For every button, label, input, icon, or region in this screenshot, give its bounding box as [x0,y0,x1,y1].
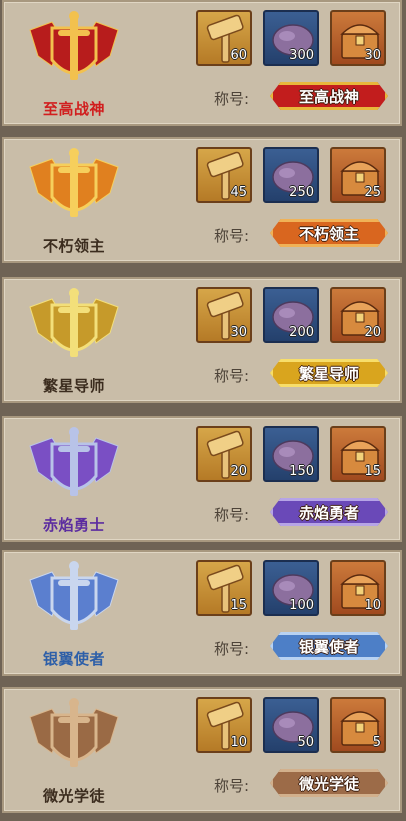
rank-name: 至高战神 [42,100,105,118]
chest-reward-slot[interactable]: 30 [330,10,386,66]
title-badge: 至高战神 [270,82,388,110]
rank-name: 繁星导师 [42,377,105,395]
title-badge: 不朽领主 [270,219,388,247]
ore-quantity: 250 [289,185,314,200]
ore-quantity: 150 [289,464,314,479]
rank-emblem-icon [29,148,119,217]
ore-reward-slot[interactable]: 300 [263,10,319,66]
chest-reward-slot[interactable]: 20 [330,287,386,343]
rank-row: 微光学徒 10 50 5 称号: 微光学徒 [2,687,402,813]
title-badge: 微光学徒 [270,769,388,797]
title-label: 称号: [214,367,250,385]
hammer-quantity: 30 [230,325,247,340]
title-label: 称号: [214,777,250,795]
hammer-reward-slot[interactable]: 45 [196,147,252,203]
chest-reward-slot[interactable]: 25 [330,147,386,203]
title-badge: 繁星导师 [270,359,388,387]
rank-emblem-icon [29,698,119,767]
rank-emblem-icon [29,561,119,630]
hammer-reward-slot[interactable]: 20 [196,426,252,482]
rank-name: 银翼使者 [42,650,105,668]
rank-emblem-icon [29,427,119,496]
chest-quantity: 30 [364,48,381,63]
ore-reward-slot[interactable]: 250 [263,147,319,203]
rank-name: 不朽领主 [42,237,105,255]
chest-quantity: 20 [364,325,381,340]
hammer-reward-slot[interactable]: 60 [196,10,252,66]
title-label: 称号: [214,506,250,524]
hammer-reward-slot[interactable]: 30 [196,287,252,343]
rank-row: 繁星导师 30 200 20 称号: 繁星导师 [2,277,402,403]
title-label: 称号: [214,227,250,245]
rank-row: 不朽领主 45 250 25 称号: 不朽领主 [2,137,402,263]
chest-quantity: 10 [364,598,381,613]
rank-name: 微光学徒 [42,787,105,805]
rank-emblem-icon [29,11,119,80]
chest-quantity: 25 [364,185,381,200]
rank-name: 赤焰勇士 [42,516,105,534]
hammer-quantity: 60 [230,48,247,63]
ore-quantity: 200 [289,325,314,340]
chest-quantity: 5 [372,735,381,750]
title-label: 称号: [214,640,250,658]
rank-row: 银翼使者 15 100 10 称号: 银翼使者 [2,550,402,676]
ore-reward-slot[interactable]: 200 [263,287,319,343]
rank-row: 赤焰勇士 20 150 15 称号: 赤焰勇者 [2,416,402,542]
ore-quantity: 50 [297,735,314,750]
ore-reward-slot[interactable]: 50 [263,697,319,753]
title-badge: 赤焰勇者 [270,498,388,526]
hammer-quantity: 20 [230,464,247,479]
chest-quantity: 15 [364,464,381,479]
hammer-quantity: 10 [230,735,247,750]
chest-reward-slot[interactable]: 10 [330,560,386,616]
hammer-quantity: 15 [230,598,247,613]
rank-emblem-icon [29,288,119,357]
chest-reward-slot[interactable]: 5 [330,697,386,753]
ore-quantity: 300 [289,48,314,63]
ore-reward-slot[interactable]: 150 [263,426,319,482]
title-badge: 银翼使者 [270,632,388,660]
chest-reward-slot[interactable]: 15 [330,426,386,482]
rank-row: 至高战神 60 300 30 称号: 至高战神 [2,0,402,126]
hammer-reward-slot[interactable]: 10 [196,697,252,753]
hammer-reward-slot[interactable]: 15 [196,560,252,616]
ore-quantity: 100 [289,598,314,613]
ore-reward-slot[interactable]: 100 [263,560,319,616]
title-label: 称号: [214,90,250,108]
hammer-quantity: 45 [230,185,247,200]
